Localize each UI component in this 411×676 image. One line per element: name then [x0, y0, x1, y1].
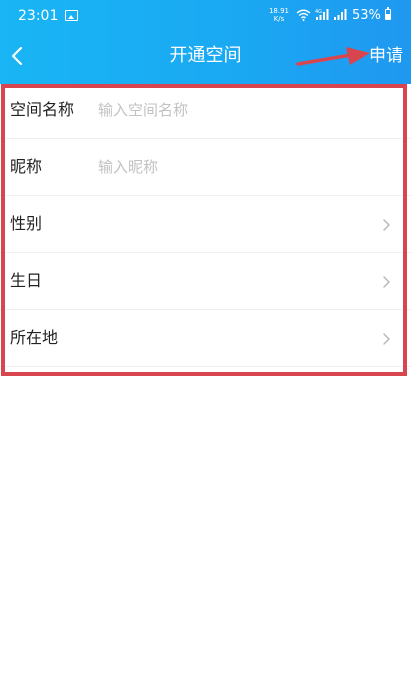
chevron-right-icon: [383, 333, 390, 345]
space-name-label: 空间名称: [10, 100, 75, 119]
gender-label: 性别: [10, 214, 43, 233]
nickname-row[interactable]: 昵称: [0, 139, 411, 196]
net-speed: 18.91 K/s: [268, 7, 290, 23]
nickname-input[interactable]: [98, 154, 383, 180]
space-name-row[interactable]: 空间名称: [0, 82, 411, 139]
chevron-right-icon: [383, 219, 390, 231]
signal-icon: [334, 9, 347, 20]
battery-icon: [385, 7, 391, 20]
location-row[interactable]: 所在地: [0, 310, 411, 367]
back-button[interactable]: [5, 44, 29, 68]
svg-text:4G: 4G: [315, 9, 322, 15]
signal-4g-icon: 4G: [315, 9, 329, 20]
gender-row[interactable]: 性别: [0, 196, 411, 253]
chevron-right-icon: [383, 276, 390, 288]
status-bar: 23:01 18.91 K/s 4G 53%: [0, 0, 411, 32]
wifi-icon: [296, 9, 311, 21]
location-label: 所在地: [10, 328, 59, 347]
birthday-row[interactable]: 生日: [0, 253, 411, 310]
status-time: 23:01: [18, 8, 59, 24]
screen: 23:01 18.91 K/s 4G 53% 开通空间 申请 空间名称 输入空间…: [0, 0, 411, 676]
space-name-input[interactable]: [98, 97, 383, 123]
birthday-label: 生日: [10, 271, 43, 290]
apply-button[interactable]: 申请: [369, 32, 403, 80]
nickname-label: 昵称: [10, 157, 43, 176]
battery-percent: 53%: [352, 8, 381, 23]
chevron-left-icon: [11, 46, 23, 66]
annotation-arrow-icon: [296, 47, 370, 66]
form-list: 空间名称 昵称 性别 生日 所在地: [0, 82, 411, 367]
image-icon: [65, 10, 78, 21]
header: 23:01 18.91 K/s 4G 53% 开通空间 申请: [0, 0, 411, 84]
